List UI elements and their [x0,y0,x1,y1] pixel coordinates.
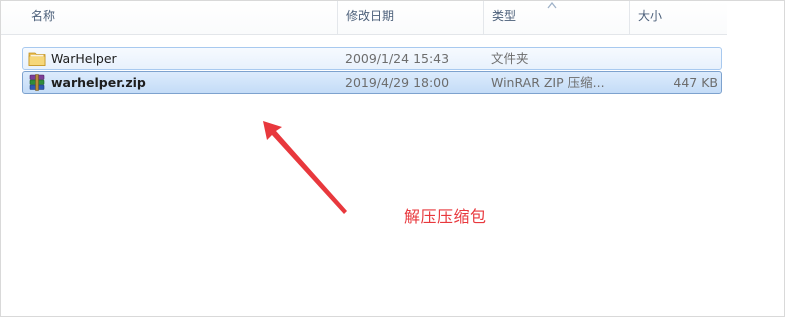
column-header-size[interactable]: 大小 [629,1,727,34]
file-date: 2019/4/29 18:00 [345,75,450,90]
file-row-warhelper-folder[interactable]: WarHelper 2009/1/24 15:43 文件夹 [22,47,722,70]
annotation-arrow-icon [263,121,347,214]
file-date: 2009/1/24 15:43 [345,51,450,66]
column-header-bar: 名称 修改日期 类型 大小 [1,1,727,35]
sort-ascending-icon [547,2,557,9]
folder-icon [28,52,46,66]
column-header-name[interactable]: 名称 [23,1,337,34]
file-name: warhelper.zip [51,75,146,90]
file-size: 447 KB [673,75,718,90]
column-header-type-label: 类型 [492,9,517,23]
annotation-text: 解压压缩包 [404,207,487,226]
column-header-name-label: 名称 [31,9,56,23]
winrar-archive-icon [29,74,45,91]
column-header-date[interactable]: 修改日期 [337,1,483,34]
column-header-size-label: 大小 [638,9,663,23]
file-name: WarHelper [51,51,117,66]
file-row-warhelper-zip[interactable]: warhelper.zip 2019/4/29 18:00 WinRAR ZIP… [22,71,722,94]
file-type: 文件夹 [491,51,529,66]
file-type: WinRAR ZIP 压缩... [491,75,605,90]
column-header-date-label: 修改日期 [346,9,395,23]
file-explorer-window: 名称 修改日期 类型 大小 WarHelper 2009/1/24 15:43 … [0,0,785,317]
